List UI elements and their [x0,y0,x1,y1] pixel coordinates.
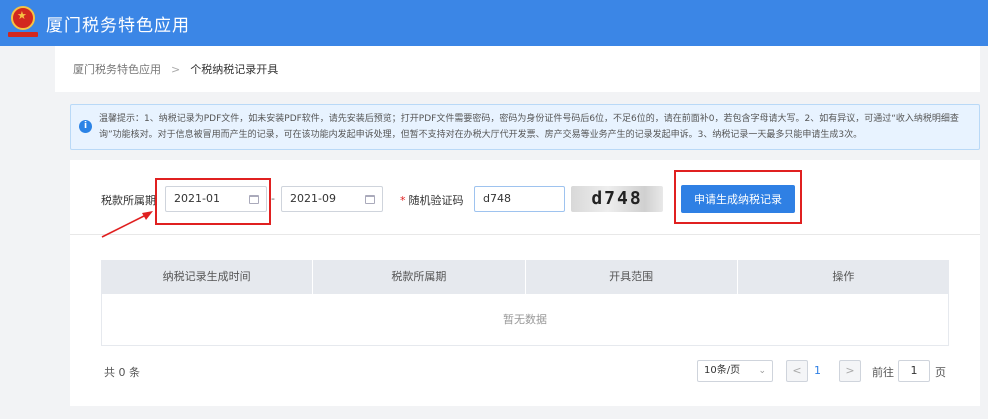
prev-page-button[interactable]: < [786,360,808,382]
page-size-select[interactable]: 10条/页 ⌄ [697,360,773,382]
current-page-number[interactable]: 1 [814,364,821,377]
captcha-input[interactable]: d748 [474,186,565,212]
info-icon: i [79,120,92,133]
annotation-box-apply-button [674,170,802,224]
page-size-value: 10条/页 [704,365,741,376]
calendar-icon[interactable] [365,195,375,204]
app-title: 厦门税务特色应用 [46,15,190,36]
notice-banner: i 温馨提示：1、纳税记录为PDF文件，如未安装PDF软件，请先安装后预览；打开… [70,104,980,150]
goto-suffix: 页 [935,366,946,379]
breadcrumb-separator: > [171,62,181,76]
captcha-label: * 随机验证码 [400,192,464,208]
captcha-label-text: 随机验证码 [408,194,464,207]
notice-text: 温馨提示：1、纳税记录为PDF文件，如未安装PDF软件，请先安装后预览；打开PD… [99,114,959,140]
breadcrumb-parent[interactable]: 厦门税务特色应用 [73,61,161,77]
tax-emblem-logo: ★ [8,6,38,40]
range-separator: - [271,192,275,205]
captcha-image[interactable]: d748 [571,186,663,212]
total-count: 共 0 条 [104,366,140,379]
goto-label: 前往 [872,366,894,379]
next-page-button[interactable]: > [839,360,861,382]
column-header: 纳税记录生成时间 [101,260,314,294]
panel-divider [70,234,980,235]
column-header: 税款所属期 [313,260,526,294]
chevron-down-icon: ⌄ [758,366,766,376]
annotation-box-start-date [155,178,271,225]
column-header: 开具范围 [526,260,738,294]
captcha-input-value: d748 [483,192,511,205]
table-header: 纳税记录生成时间 税款所属期 开具范围 操作 [101,260,949,294]
goto-page-input[interactable]: 1 [898,360,930,382]
period-end-value: 2021-09 [290,192,336,205]
breadcrumb: 厦门税务特色应用 > 个税纳税记录开具 [55,46,980,92]
required-mark: * [400,194,406,207]
app-header: ★ 厦门税务特色应用 [0,0,988,46]
annotation-arrow-icon [101,211,153,238]
breadcrumb-current: 个税纳税记录开具 [190,63,279,76]
column-header: 操作 [832,270,855,283]
table-empty-state: 暂无数据 [101,294,949,346]
